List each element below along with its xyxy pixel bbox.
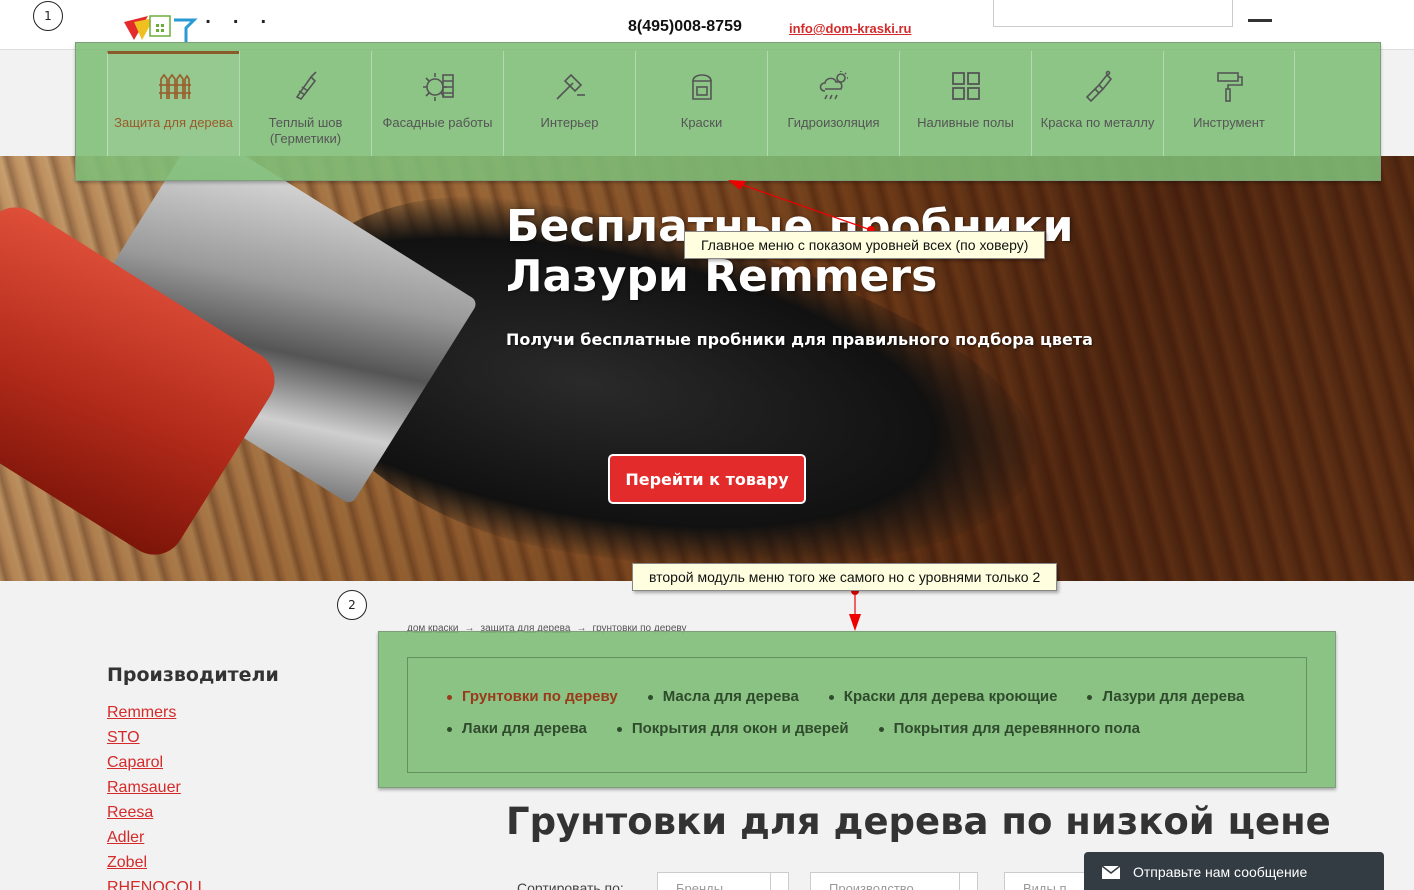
menu-item-label: Краски xyxy=(680,115,723,130)
category-submenu: Грунтовки по дереву Масла для дерева Кра… xyxy=(447,688,1287,738)
menu-item-paints[interactable]: Краски xyxy=(635,51,767,156)
manufacturer-link[interactable]: Zobel xyxy=(107,854,147,871)
chat-widget-button[interactable]: Отправьте нам сообщение xyxy=(1084,852,1384,890)
menu-item-interior[interactable]: Интерьер xyxy=(503,51,635,156)
submenu-item-varnishes[interactable]: Лаки для дерева xyxy=(447,720,587,738)
select-value: Производство xyxy=(829,881,914,890)
menu-item-facade[interactable]: Фасадные работы xyxy=(371,51,503,156)
submenu-item-window-door-coatings[interactable]: Покрытия для окон и дверей xyxy=(617,720,849,738)
logo-text-fragment: · · · xyxy=(205,12,275,31)
search-input[interactable] xyxy=(993,0,1233,27)
brand-select[interactable]: Бренды xyxy=(657,872,789,890)
submenu-item-primers[interactable]: Грунтовки по дереву xyxy=(447,688,618,706)
hero-banner: Бесплатные пробники Лазури Remmers Получ… xyxy=(0,156,1414,581)
manufacturers-title: Производители xyxy=(107,664,279,686)
select-value: Виды п xyxy=(1023,881,1067,890)
menu-item-label: Защита для дерева xyxy=(114,115,233,130)
chat-widget-label: Отправьте нам сообщение xyxy=(1133,864,1308,880)
menu-item-label: Инструмент xyxy=(1193,115,1265,130)
chevron-down-icon xyxy=(959,873,977,890)
fence-icon xyxy=(158,73,191,99)
manufacturer-link[interactable]: STO xyxy=(107,729,140,746)
select-value: Бренды xyxy=(676,881,724,890)
weather-icon xyxy=(819,71,848,100)
site-logo[interactable] xyxy=(120,14,200,44)
paint-bucket-icon xyxy=(691,74,712,100)
spray-paint-icon xyxy=(1085,70,1112,103)
go-to-product-button[interactable]: Перейти к товару xyxy=(608,454,806,504)
submenu-item-covering-paints[interactable]: Краски для дерева кроющие xyxy=(829,688,1058,706)
submenu-item-glazes[interactable]: Лазури для дерева xyxy=(1087,688,1244,706)
annotation-marker-1: 1 xyxy=(33,1,63,31)
manufacturers-list: Remmers STO Caparol Ramsauer Reesa Adler… xyxy=(107,700,207,890)
grid-tiles-icon xyxy=(951,72,980,100)
menu-item-label: Интерьер xyxy=(540,115,599,130)
cart-icon[interactable] xyxy=(1248,14,1272,22)
header-phone[interactable]: 8(495)008-8759 xyxy=(628,18,742,36)
menu-item-self-leveling-floors[interactable]: Наливные полы xyxy=(899,51,1031,156)
submenu-item-floor-coatings[interactable]: Покрытия для деревянного пола xyxy=(879,720,1140,738)
menu-item-wood-protection[interactable]: Защита для дерева xyxy=(107,51,239,156)
header-email-link[interactable]: info@dom-kraski.ru xyxy=(789,21,911,36)
menu-item-label: Наливные полы xyxy=(917,115,1014,130)
production-select[interactable]: Производство xyxy=(810,872,978,890)
menu-item-metal-paint[interactable]: Краска по металлу xyxy=(1031,51,1163,156)
interior-brush-icon xyxy=(555,73,585,100)
hero-subtitle: Получи бесплатные пробники для правильно… xyxy=(506,330,1093,349)
menu-item-waterproofing[interactable]: Гидроизоляция xyxy=(767,51,899,156)
annotation-marker-2: 2 xyxy=(337,590,367,620)
menu-item-sealants[interactable]: Теплый шов (Герметики) xyxy=(239,51,371,156)
chevron-down-icon xyxy=(770,873,788,890)
facade-icon xyxy=(422,73,454,101)
sort-label: Сортировать по: xyxy=(517,880,624,890)
menu-item-label: Теплый шов (Герметики) xyxy=(268,115,343,146)
submenu-item-oils[interactable]: Масла для дерева xyxy=(648,688,799,706)
menu-item-label: Фасадные работы xyxy=(382,115,493,130)
main-menu: Защита для дерева Теплый шов (Герметики)… xyxy=(107,51,1295,156)
manufacturer-link[interactable]: Reesa xyxy=(107,804,153,821)
menu-item-tools[interactable]: Инструмент xyxy=(1163,51,1295,156)
manufacturer-link[interactable]: RHENOCOLL xyxy=(107,879,207,890)
menu-item-label: Краска по металлу xyxy=(1040,115,1155,130)
annotation-tooltip-main-menu: Главное меню с показом уровней всех (по … xyxy=(684,231,1046,259)
sealant-gun-icon xyxy=(295,71,317,101)
annotation-tooltip-submenu: второй модуль меню того же самого но с у… xyxy=(632,563,1058,591)
paint-roller-icon xyxy=(1217,72,1243,102)
manufacturer-link[interactable]: Remmers xyxy=(107,704,176,721)
mail-icon xyxy=(1102,865,1120,879)
page-title: Грунтовки для дерева по низкой цене xyxy=(506,800,1331,843)
manufacturer-link[interactable]: Adler xyxy=(107,829,144,846)
manufacturer-link[interactable]: Ramsauer xyxy=(107,779,181,796)
manufacturer-link[interactable]: Caparol xyxy=(107,754,163,771)
menu-item-label: Гидроизоляция xyxy=(787,115,880,130)
